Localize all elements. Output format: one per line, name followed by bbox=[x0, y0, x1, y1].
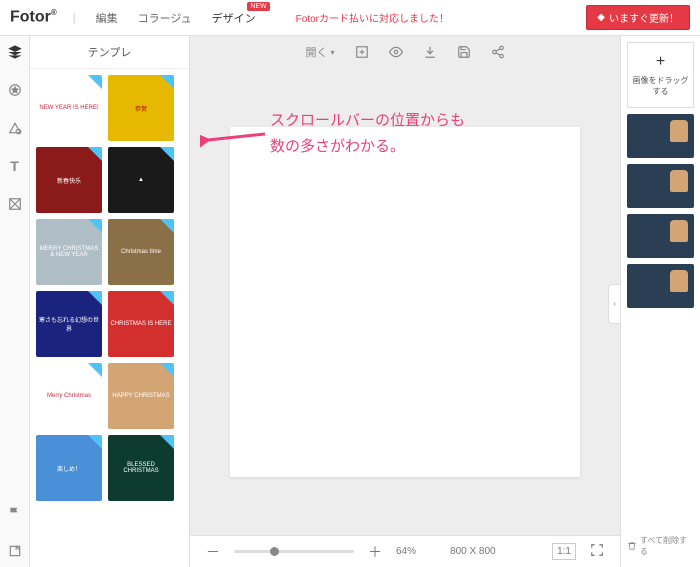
template-item[interactable]: HAPPY CHRISTMAS bbox=[108, 363, 174, 429]
image-thumb[interactable] bbox=[627, 264, 694, 308]
export-icon[interactable] bbox=[7, 543, 23, 559]
layers-icon[interactable] bbox=[7, 44, 23, 60]
template-item[interactable]: 寒さも忘れる幻想の世界 bbox=[36, 291, 102, 357]
nav-edit[interactable]: 編集 bbox=[96, 10, 118, 26]
template-list[interactable]: NEW YEAR IS HERE!恭贺新春快乐▲MERRY CHRISTMAS … bbox=[30, 69, 189, 567]
download-icon[interactable] bbox=[423, 45, 437, 59]
text-icon[interactable]: T bbox=[7, 158, 23, 174]
topbar: Fotor® | 編集 コラージュ デザインNEW Fotorカード払いに対応し… bbox=[0, 0, 700, 36]
save-icon[interactable] bbox=[457, 45, 471, 59]
template-item[interactable]: CHRISTMAS IS HERE bbox=[108, 291, 174, 357]
zoom-out-button[interactable]: － bbox=[206, 542, 220, 562]
logo: Fotor® bbox=[10, 8, 57, 26]
bottom-bar: － ＋ 64% 800 X 800 1:1 bbox=[190, 535, 620, 567]
canvas-viewport bbox=[190, 68, 620, 535]
star-icon[interactable] bbox=[7, 82, 23, 98]
template-item[interactable]: 新春快乐 bbox=[36, 147, 102, 213]
image-thumb[interactable] bbox=[627, 164, 694, 208]
drop-zone[interactable]: +画像をドラッグする bbox=[627, 42, 694, 108]
template-item[interactable]: 楽しめ！ bbox=[36, 435, 102, 501]
flag-icon[interactable] bbox=[7, 505, 23, 521]
nav-collage[interactable]: コラージュ bbox=[138, 10, 192, 26]
template-item[interactable]: ▲ bbox=[108, 147, 174, 213]
template-item[interactable]: Merry Christmas bbox=[36, 363, 102, 429]
fullscreen-icon[interactable] bbox=[590, 543, 604, 560]
template-panel: テンプレ NEW YEAR IS HERE!恭贺新春快乐▲MERRY CHRIS… bbox=[30, 36, 190, 567]
template-item[interactable]: 恭贺 bbox=[108, 75, 174, 141]
image-thumb[interactable] bbox=[627, 114, 694, 158]
template-item[interactable]: BLESSED CHRISTMAS bbox=[108, 435, 174, 501]
preview-icon[interactable] bbox=[389, 45, 403, 59]
new-badge: NEW bbox=[247, 2, 269, 11]
nav-design[interactable]: デザインNEW bbox=[212, 10, 256, 26]
zoom-slider[interactable] bbox=[234, 550, 354, 553]
sidebar: T bbox=[0, 36, 30, 567]
right-panel: +画像をドラッグする すべて削除する bbox=[620, 36, 700, 567]
panel-title: テンプレ bbox=[30, 36, 189, 69]
canvas[interactable] bbox=[230, 127, 580, 477]
expand-handle[interactable]: › bbox=[608, 284, 620, 324]
zoom-value: 64% bbox=[396, 546, 416, 557]
canvas-toolbar: 開く ▾ bbox=[190, 36, 620, 68]
canvas-dims: 800 X 800 bbox=[450, 546, 496, 557]
share-icon[interactable] bbox=[491, 45, 505, 59]
template-item[interactable]: NEW YEAR IS HERE! bbox=[36, 75, 102, 141]
canvas-area: 開く ▾ － ＋ 64% 800 X 800 1:1 bbox=[190, 36, 620, 567]
template-item[interactable]: Christmas time bbox=[108, 219, 174, 285]
add-icon[interactable] bbox=[355, 45, 369, 59]
update-button[interactable]: ◆いますぐ更新！ bbox=[586, 5, 690, 30]
delete-all-button[interactable]: すべて削除する bbox=[627, 531, 694, 561]
effects-icon[interactable] bbox=[7, 196, 23, 212]
shapes-icon[interactable] bbox=[7, 120, 23, 136]
promo-text: Fotorカード払いに対応しました！ bbox=[296, 10, 449, 25]
template-item[interactable]: MERRY CHRISTMAS & NEW YEAR bbox=[36, 219, 102, 285]
open-button[interactable]: 開く ▾ bbox=[305, 44, 334, 60]
image-thumb[interactable] bbox=[627, 214, 694, 258]
ratio-button[interactable]: 1:1 bbox=[552, 543, 576, 560]
zoom-in-button[interactable]: ＋ bbox=[368, 542, 382, 562]
